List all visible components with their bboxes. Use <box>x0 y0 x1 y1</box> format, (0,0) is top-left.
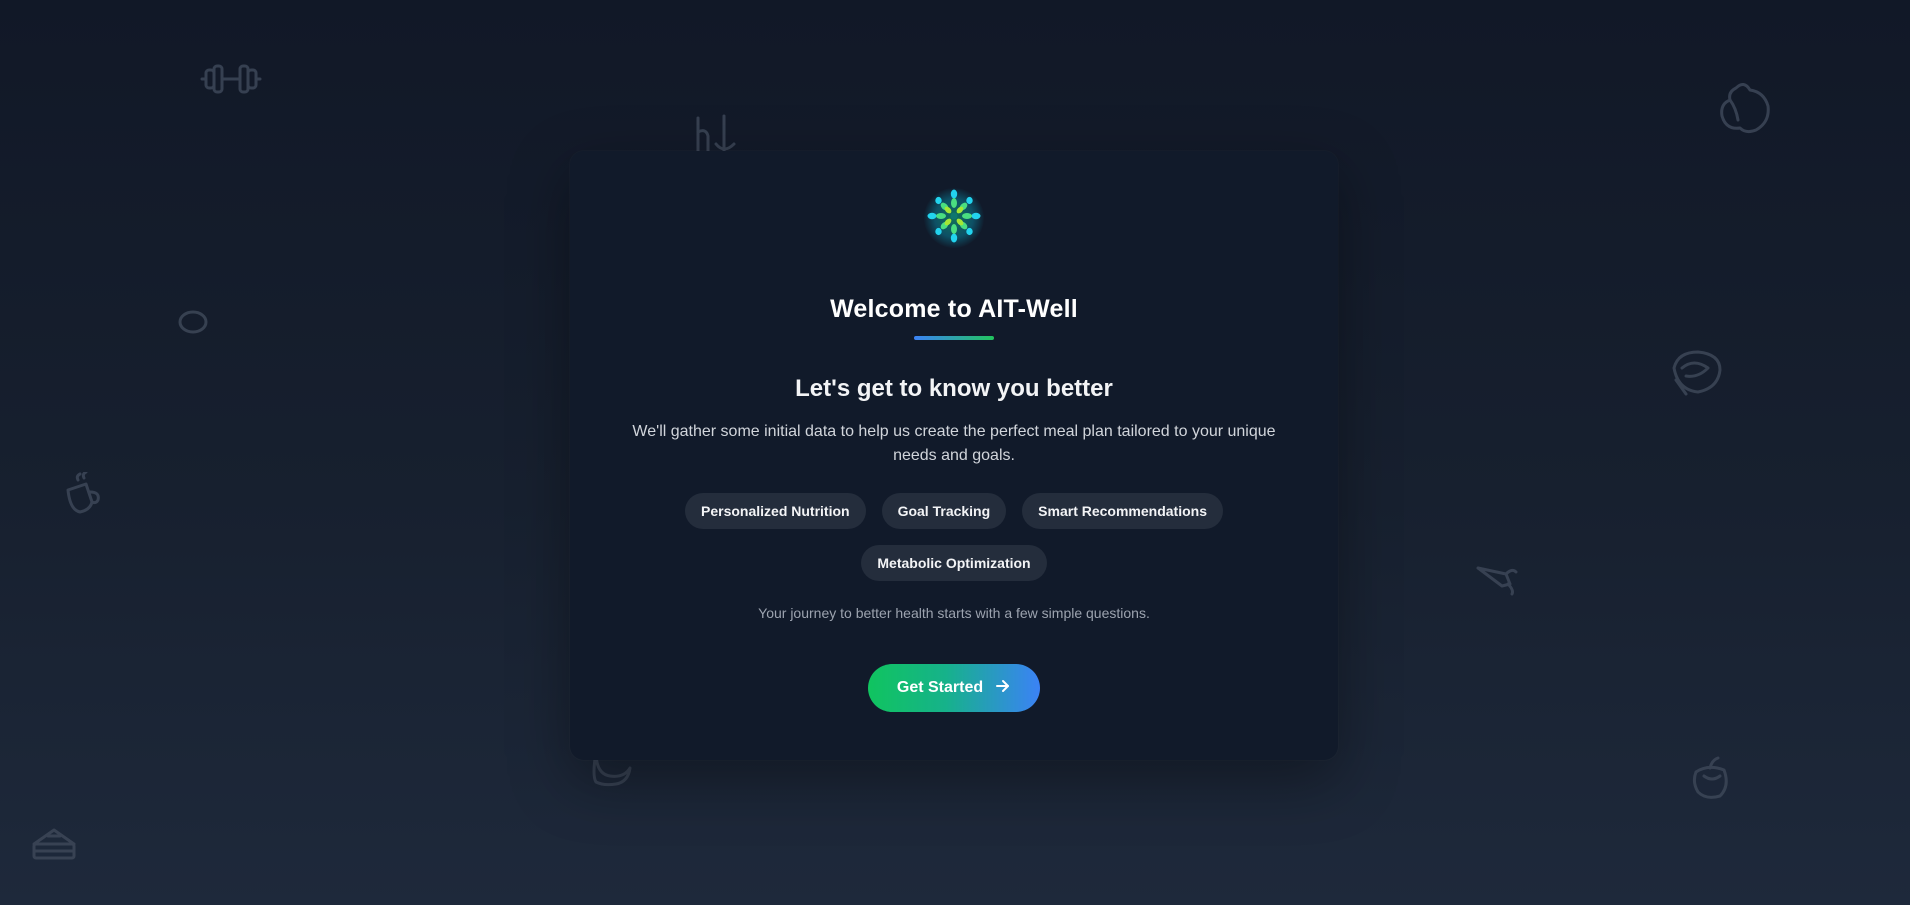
tagline: Your journey to better health starts wit… <box>758 605 1150 621</box>
subtitle: Let's get to know you better <box>795 375 1113 402</box>
page-title: Welcome to AIT-Well <box>830 295 1078 323</box>
tag-personalized-nutrition: Personalized Nutrition <box>685 493 866 529</box>
welcome-card: Welcome to AIT-Well Let's get to know yo… <box>570 151 1338 760</box>
coffee-cup-icon <box>62 472 104 514</box>
carrot-icon <box>1476 562 1518 596</box>
feature-tags: Personalized Nutrition Goal Tracking Sma… <box>610 493 1298 581</box>
dumbbell-icon <box>200 62 262 96</box>
cake-slice-icon <box>32 826 76 862</box>
utensils-icon <box>694 114 742 154</box>
apple-icon <box>1716 78 1774 136</box>
get-started-label: Get Started <box>896 679 984 696</box>
tag-goal-tracking: Goal Tracking <box>881 493 1007 529</box>
fruit-basket-icon <box>1690 756 1732 800</box>
arrow-right-icon <box>995 678 1011 699</box>
title-underline <box>914 336 994 340</box>
get-started-button[interactable]: Get Started <box>868 664 1040 712</box>
description: We'll gather some initial data to help u… <box>632 423 1276 464</box>
tag-metabolic-optimization: Metabolic Optimization <box>861 545 1047 581</box>
salad-icon <box>1668 348 1726 398</box>
flower-logo-icon <box>924 186 984 251</box>
logo <box>924 188 984 248</box>
tag-smart-recommendations: Smart Recommendations <box>1022 493 1223 529</box>
egg-icon <box>177 309 209 335</box>
